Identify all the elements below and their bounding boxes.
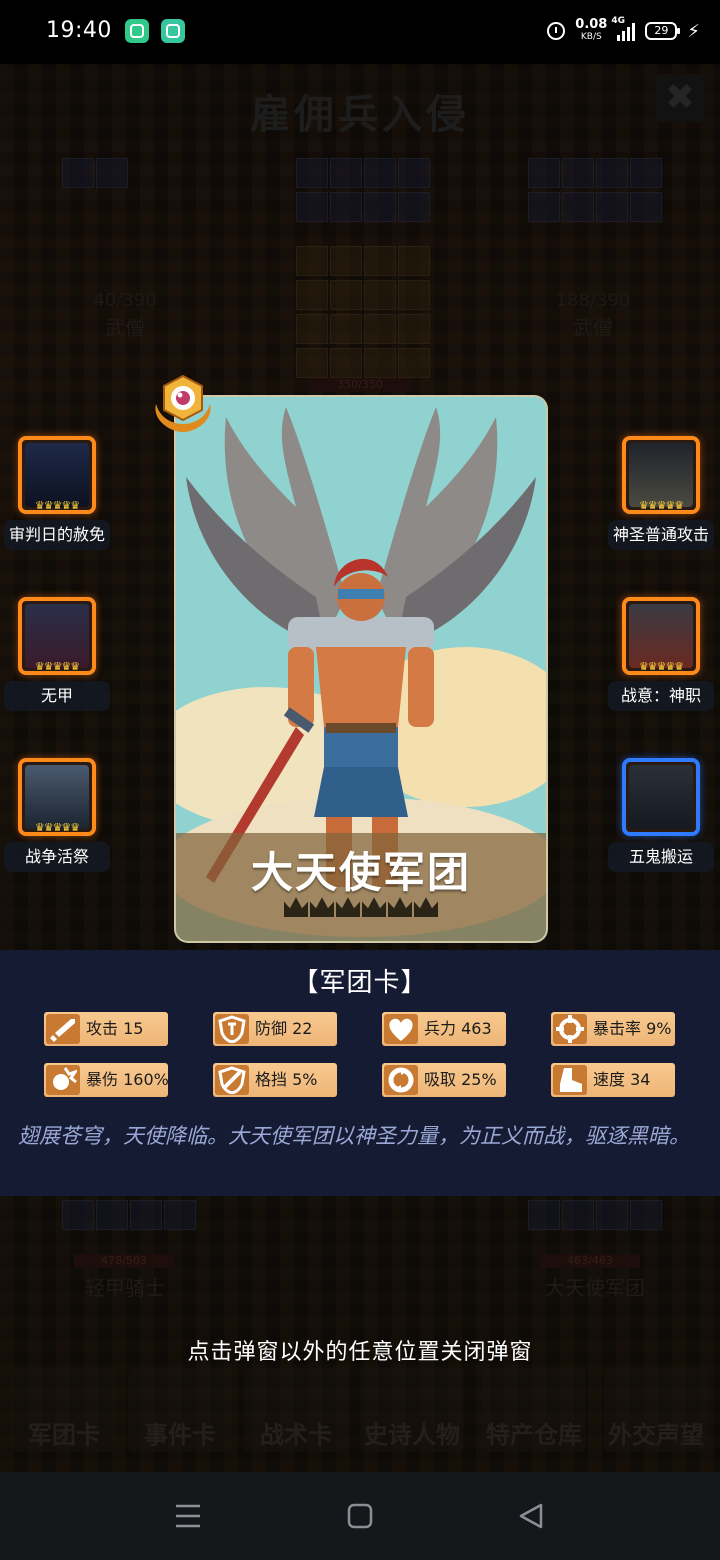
skill-war-sacrifice[interactable]: ♛♛♛♛♛ 战争活祭 — [2, 758, 112, 878]
crown-star-icon — [362, 897, 386, 917]
skill-label: 神圣普通攻击 — [608, 520, 714, 550]
stat-crit-damage: 暴伤 160% — [44, 1063, 169, 1097]
signal-icon: 4G — [611, 16, 636, 41]
card-name-band: 大天使军团 — [176, 833, 546, 941]
card-star-rating — [284, 895, 438, 921]
burst-icon — [53, 1067, 77, 1090]
phone-app-icon — [125, 19, 149, 43]
network-type: 4G — [611, 16, 626, 26]
stat-value: 9% — [646, 1019, 672, 1038]
skill-war-intent-clergy[interactable]: ♛♛♛♛♛ 战意：神职 — [606, 597, 716, 717]
stat-label: 暴击率 — [593, 1019, 642, 1038]
boot-icon — [560, 1068, 582, 1092]
heart-icon — [389, 1018, 413, 1041]
skill-label: 五鬼搬运 — [608, 842, 714, 872]
stat-label: 吸取 — [424, 1070, 457, 1089]
stat-value: 15 — [123, 1019, 144, 1038]
legion-card[interactable]: 大天使军团 — [176, 397, 546, 941]
crown-icons: ♛♛♛♛♛ — [638, 660, 684, 673]
sword-icon — [50, 1019, 75, 1042]
crit-icon — [556, 1015, 584, 1043]
status-time: 19:40 — [46, 18, 112, 43]
stat-drain: 吸取 25% — [382, 1063, 506, 1097]
crown-icons: ♛♛♛♛♛ — [638, 499, 684, 512]
crown-star-icon — [388, 897, 412, 917]
alarm-icon — [547, 22, 566, 40]
stat-label: 兵力 — [424, 1019, 457, 1038]
network-speed-unit: KB/S — [580, 32, 602, 42]
stat-label: 暴伤 — [86, 1070, 119, 1089]
skill-label: 审判日的赦免 — [4, 520, 110, 550]
network-speed: 0.08 KB/S — [575, 17, 608, 43]
crown-icons: ♛♛♛♛♛ — [34, 821, 80, 834]
crown-star-icon — [310, 897, 334, 917]
status-indicators: 0.08 KB/S 4G 29 ⚡ — [547, 16, 700, 46]
crown-star-icon — [336, 897, 360, 917]
crown-star-icon — [414, 897, 438, 917]
stat-speed: 速度 34 — [551, 1063, 675, 1097]
crown-icons: ♛♛♛♛♛ — [34, 499, 80, 512]
stat-defense: 防御 22 — [213, 1012, 337, 1046]
skill-no-armor[interactable]: ♛♛♛♛♛ 无甲 — [2, 597, 112, 717]
stat-label: 速度 — [593, 1070, 626, 1089]
stat-value: 22 — [292, 1019, 313, 1038]
stat-value: 25% — [461, 1070, 497, 1089]
skill-judgment-pardon[interactable]: ♛♛♛♛♛ 审判日的赦免 — [2, 436, 112, 556]
stat-troops: 兵力 463 — [382, 1012, 506, 1046]
card-description: 翅展苍穹，天使降临。大天使军团以神圣力量，为正义而战，驱逐黑暗。 — [18, 1124, 690, 1148]
stat-label: 格挡 — [255, 1070, 288, 1089]
close-popup-hint: 点击弹窗以外的任意位置关闭弹窗 — [187, 1340, 533, 1365]
crown-star-icon — [284, 897, 308, 917]
stat-value: 160% — [123, 1070, 169, 1089]
stat-value: 5% — [292, 1070, 318, 1089]
stat-value: 463 — [461, 1019, 492, 1038]
skill-label: 战争活祭 — [4, 842, 110, 872]
network-speed-value: 0.08 — [575, 17, 608, 32]
back-icon[interactable] — [512, 1500, 552, 1532]
skill-frame — [622, 758, 700, 836]
system-navigation-bar — [0, 1472, 720, 1560]
battery-level: 29 — [654, 24, 669, 37]
battery-icon: 29 — [645, 22, 681, 40]
stat-block: 格挡 5% — [213, 1063, 337, 1097]
drain-icon — [388, 1067, 414, 1093]
card-info-panel: 【军团卡】 攻击 15 防御 22 兵力 463 暴击率 9% 暴伤 160% … — [0, 950, 720, 1196]
home-icon[interactable] — [340, 1500, 380, 1532]
chat-app-icon — [161, 19, 185, 43]
card-type-title: 【军团卡】 — [292, 968, 428, 998]
skill-five-ghosts[interactable]: 五鬼搬运 — [606, 758, 716, 878]
card-title: 大天使军团 — [250, 848, 471, 897]
stat-label: 防御 — [255, 1019, 288, 1038]
stat-label: 攻击 — [86, 1019, 119, 1038]
block-icon — [218, 1066, 246, 1094]
stat-crit-rate: 暴击率 9% — [551, 1012, 675, 1046]
shield-icon — [218, 1015, 246, 1043]
skill-label: 战意：神职 — [608, 681, 714, 711]
stat-value: 34 — [630, 1070, 651, 1089]
menu-icon[interactable] — [168, 1500, 208, 1532]
crown-icons: ♛♛♛♛♛ — [34, 660, 80, 673]
skill-holy-attack[interactable]: ♛♛♛♛♛ 神圣普通攻击 — [606, 436, 716, 556]
charging-icon: ⚡ — [687, 20, 700, 42]
skill-label: 无甲 — [4, 681, 110, 711]
status-bar: 19:40 0.08 KB/S 4G 29 ⚡ — [0, 0, 720, 64]
rank-badge-icon — [155, 374, 211, 432]
stat-attack: 攻击 15 — [44, 1012, 168, 1046]
